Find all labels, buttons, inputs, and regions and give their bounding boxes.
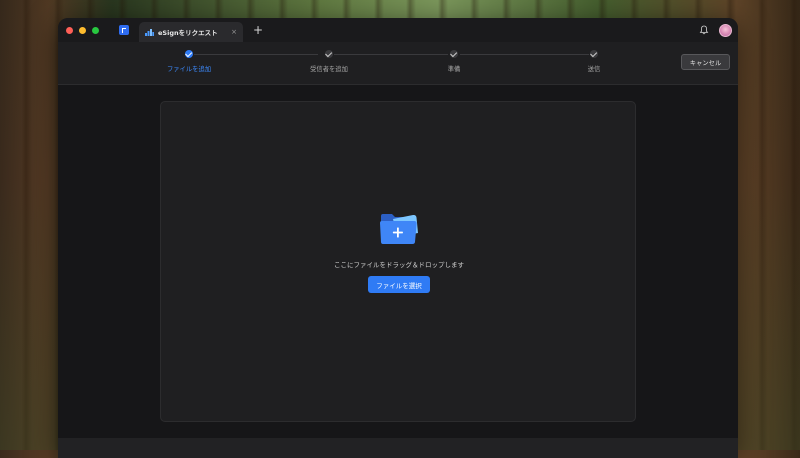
step-send[interactable]: 送信 [559, 50, 629, 73]
cancel-button[interactable]: キャンセル [681, 54, 730, 70]
select-file-button[interactable]: ファイルを選択 [368, 276, 430, 293]
app-icon[interactable] [119, 25, 129, 35]
check-icon [590, 50, 598, 58]
file-dropzone[interactable]: ここにファイルをドラッグ＆ドロップします ファイルを選択 [160, 101, 636, 422]
tab-esign-request[interactable]: eSignをリクエスト × [139, 22, 243, 42]
step-label: ファイルを追加 [166, 66, 212, 73]
step-indicator [185, 50, 193, 58]
tab-close-icon[interactable]: × [231, 28, 237, 36]
check-icon [325, 50, 333, 58]
folder-add-icon [380, 214, 418, 244]
traffic-lights [66, 26, 99, 34]
main-content: ここにファイルをドラッグ＆ドロップします ファイルを選択 [58, 85, 738, 458]
step-add-recipients[interactable]: 受信者を追加 [294, 50, 364, 73]
zoom-window-button[interactable] [92, 26, 99, 34]
check-icon [185, 50, 193, 58]
avatar[interactable] [719, 23, 732, 37]
title-bar: eSignをリクエスト × + [58, 18, 738, 42]
window-bottom-edge [58, 438, 738, 458]
step-indicator [450, 50, 458, 58]
progress-stepper: ファイルを追加 受信者を追加 準備 送信 キャンセル [58, 42, 738, 85]
step-indicator [590, 50, 598, 58]
check-icon [450, 50, 458, 58]
close-window-button[interactable] [66, 26, 73, 34]
step-label: 受信者を追加 [310, 66, 348, 73]
step-indicator [325, 50, 333, 58]
tab-title: eSignをリクエスト [158, 29, 218, 37]
minimize-window-button[interactable] [79, 26, 86, 34]
bell-icon[interactable] [699, 25, 709, 35]
app-window: eSignをリクエスト × + ファイルを追加 受信者を追加 準備 送信 キャン… [58, 18, 738, 458]
step-label: 送信 [587, 66, 601, 73]
dropzone-instructions: ここにファイルをドラッグ＆ドロップします [334, 261, 464, 269]
step-prepare[interactable]: 準備 [419, 50, 489, 73]
esign-icon [145, 28, 154, 36]
step-label: 準備 [447, 66, 461, 73]
new-tab-button[interactable]: + [253, 24, 263, 36]
step-add-files[interactable]: ファイルを追加 [154, 50, 224, 73]
